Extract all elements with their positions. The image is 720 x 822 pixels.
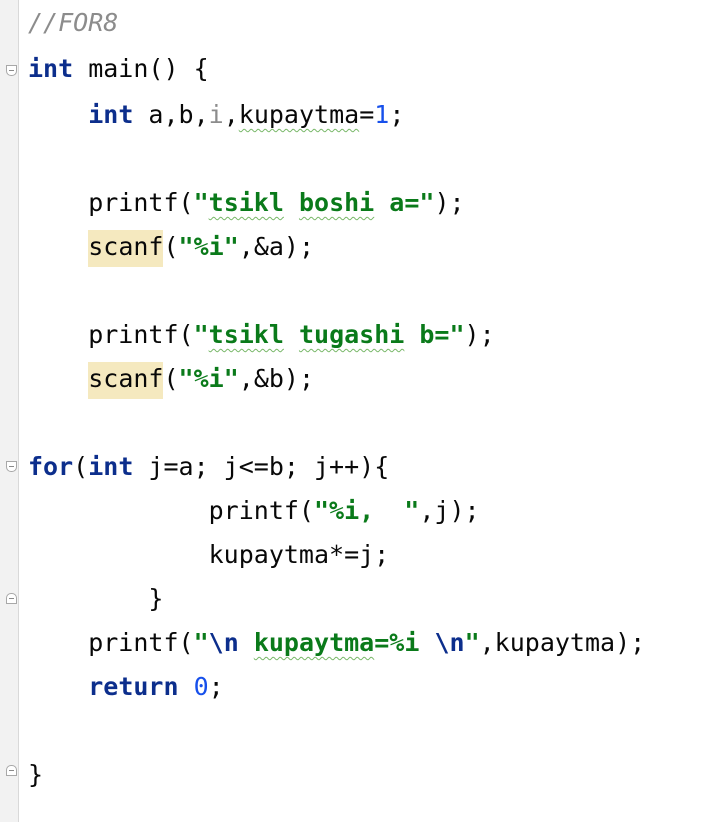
code-token: ,j);: [419, 496, 480, 525]
code-token: 1: [374, 100, 390, 129]
code-token: printf(: [28, 496, 314, 525]
code-token: ,kupaytma);: [479, 628, 646, 657]
code-token: return: [88, 672, 179, 701]
code-token: ,: [223, 100, 239, 129]
code-token: "%i, ": [313, 496, 420, 525]
code-line[interactable]: printf("tsikl boshi a=");: [28, 186, 465, 220]
code-token: }: [28, 760, 44, 789]
code-token: int: [28, 54, 74, 83]
code-line[interactable]: kupaytma*=j;: [28, 538, 390, 572]
code-token: ": [193, 320, 209, 349]
code-token: (: [163, 364, 179, 393]
code-token: ": [193, 188, 209, 217]
code-token: 0: [193, 672, 209, 701]
code-line[interactable]: printf("tsikl tugashi b=");: [28, 318, 495, 352]
code-token: ,&a);: [238, 232, 315, 261]
code-line[interactable]: int main() {: [28, 52, 209, 86]
code-token: tugashi: [298, 320, 405, 349]
code-token: a=": [374, 188, 435, 217]
code-token: ;: [389, 100, 405, 129]
fold-end-main-icon[interactable]: [6, 765, 17, 776]
code-line[interactable]: //FOR8: [28, 6, 118, 40]
code-token: kupaytma*=j;: [28, 540, 390, 569]
code-line[interactable]: int a,b,i,kupaytma=1;: [28, 98, 404, 132]
code-token: ;: [208, 672, 224, 701]
code-line[interactable]: scanf("%i",&b);: [28, 362, 315, 399]
code-line[interactable]: }: [28, 758, 43, 792]
fold-end-for-icon[interactable]: [6, 593, 17, 604]
code-line[interactable]: scanf("%i",&a);: [28, 230, 315, 267]
code-token: =: [359, 100, 375, 129]
code-line[interactable]: printf("\n kupaytma=%i \n",kupaytma);: [28, 626, 645, 660]
code-token: =%i: [374, 628, 435, 657]
code-token: );: [434, 188, 465, 217]
code-token: "%i": [178, 232, 239, 261]
code-token: //FOR8: [28, 8, 119, 37]
code-token: main() {: [73, 54, 209, 83]
code-line[interactable]: return 0;: [28, 670, 224, 704]
code-token: int: [88, 452, 134, 481]
code-token: kupaytma: [253, 628, 375, 657]
code-token: scanf: [88, 362, 164, 399]
code-token: scanf: [88, 230, 164, 267]
code-token: }: [28, 584, 164, 613]
code-token: b=": [404, 320, 465, 349]
code-token: "%i": [178, 364, 239, 393]
code-line[interactable]: for(int j=a; j<=b; j++){: [28, 450, 389, 484]
code-token: j=a; j<=b; j++){: [133, 452, 390, 481]
code-token: tsikl: [208, 320, 284, 349]
code-token: boshi: [298, 188, 375, 217]
code-line[interactable]: }: [28, 582, 163, 616]
code-line[interactable]: printf("%i, ",j);: [28, 494, 480, 528]
code-token: ,&b);: [238, 364, 315, 393]
code-token: printf(: [28, 628, 194, 657]
code-token: i: [208, 100, 224, 129]
code-token: (: [163, 232, 179, 261]
code-token: );: [464, 320, 495, 349]
code-token: printf(: [28, 188, 194, 217]
code-token: ": [193, 628, 209, 657]
code-token: \n: [434, 628, 465, 657]
fold-main-icon[interactable]: [6, 65, 17, 76]
code-token: tsikl: [208, 188, 284, 217]
code-token: \n: [208, 628, 239, 657]
code-token: (: [73, 452, 89, 481]
code-token: for: [28, 452, 74, 481]
code-token: int: [88, 100, 134, 129]
code-token: kupaytma: [238, 100, 360, 129]
code-token: printf(: [28, 320, 194, 349]
code-token: a,b,: [133, 100, 209, 129]
code-token: ": [464, 628, 480, 657]
editor-gutter: [0, 0, 19, 822]
fold-for-icon[interactable]: [6, 461, 17, 472]
